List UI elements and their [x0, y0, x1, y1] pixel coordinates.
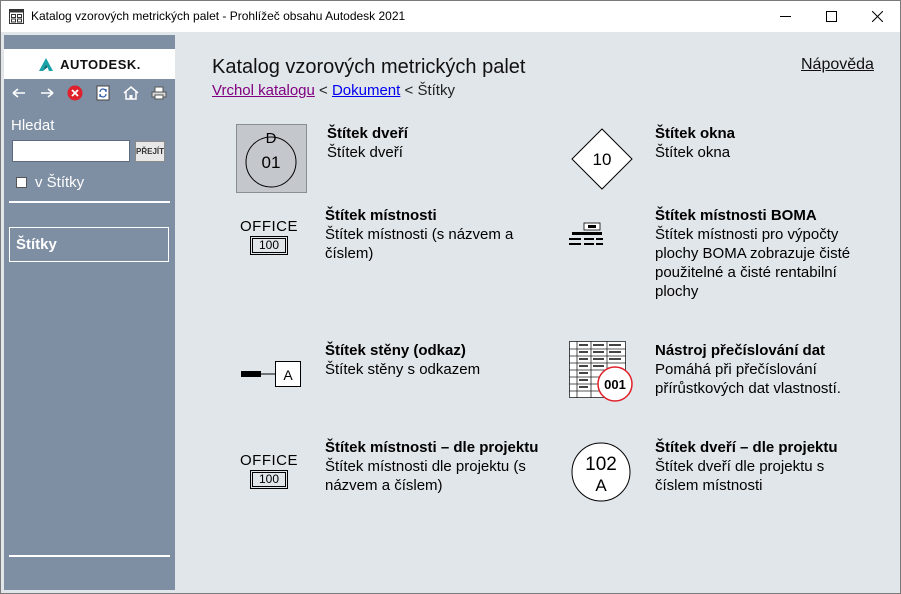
search-input[interactable] — [12, 140, 130, 162]
door-tag-icon: D 01 — [236, 124, 307, 193]
page-title: Katalog vzorových metrických palet — [212, 56, 526, 78]
boma-room-tag-icon — [569, 222, 603, 245]
renumber-data-icon: 001 — [569, 341, 633, 402]
item-description: Štítek stěny s odkazem — [325, 361, 481, 378]
room-tag-icon: OFFICE 100 — [239, 218, 299, 258]
item-description: Štítek dveří dle projektu s číslem místn… — [655, 458, 825, 494]
window-title: Katalog vzorových metrických palet - Pro… — [31, 9, 406, 23]
minimize-icon — [779, 16, 791, 17]
minimize-button[interactable] — [762, 1, 808, 32]
breadcrumb-separator: < — [314, 82, 332, 99]
item-name[interactable]: Štítek místnosti – dle projektu — [325, 438, 545, 457]
maximize-icon — [825, 11, 837, 22]
print-button[interactable] — [150, 84, 168, 102]
breadcrumb-document-link[interactable]: Dokument — [332, 82, 400, 99]
forward-icon — [41, 88, 54, 98]
svg-text:10: 10 — [593, 150, 612, 169]
wall-tag-icon: A — [241, 361, 301, 387]
app-icon — [9, 9, 24, 24]
room-tag-number: 100 — [250, 470, 288, 489]
scope-checkbox-row[interactable]: v Štítky — [16, 174, 84, 191]
door-tag-room-number: 102 — [585, 454, 617, 475]
renumber-badge-text: 001 — [604, 377, 626, 392]
svg-text:01: 01 — [262, 153, 281, 172]
item-name[interactable]: Štítek dveří – dle projektu — [655, 438, 855, 457]
client-area: AUTODESK. Hledat PŘEJÍT v Štítky Štítky … — [1, 32, 900, 593]
go-button[interactable]: PŘEJÍT — [135, 141, 165, 162]
room-tag-number: 100 — [250, 236, 288, 255]
window-tag-icon: 10 — [571, 128, 633, 190]
refresh-button[interactable] — [94, 84, 112, 102]
scope-label: v Štítky — [35, 174, 85, 191]
item-description: Štítek místnosti pro výpočty plochy BOMA… — [655, 226, 851, 300]
scope-checkbox[interactable] — [16, 177, 27, 188]
divider — [9, 555, 170, 557]
breadcrumb-separator: < — [400, 82, 418, 99]
browser-window: Katalog vzorových metrických palet - Pro… — [0, 0, 901, 594]
navigation-toolbar — [4, 82, 175, 104]
stop-icon — [67, 85, 83, 101]
breadcrumb: Vrchol katalogu < Dokument < Štítky — [212, 82, 455, 99]
wall-tag-letter: A — [283, 367, 293, 383]
item-name[interactable]: Štítek dveří — [327, 124, 567, 143]
forward-button[interactable] — [38, 84, 56, 102]
item-description: Štítek místnosti dle projektu (s názvem … — [325, 458, 526, 494]
autodesk-logo-icon — [39, 58, 54, 71]
door-tag-letter: A — [595, 476, 607, 495]
back-icon — [12, 88, 25, 98]
stop-button[interactable] — [66, 84, 84, 102]
close-icon — [871, 11, 883, 22]
refresh-icon — [96, 85, 110, 101]
home-button[interactable] — [122, 84, 140, 102]
divider — [9, 201, 170, 203]
search-label: Hledat — [11, 117, 55, 134]
breadcrumb-root-link[interactable]: Vrchol katalogu — [212, 82, 315, 99]
room-tag-name: OFFICE — [240, 218, 298, 235]
item-description: Štítek okna — [655, 144, 731, 161]
item-name[interactable]: Štítek stěny (odkaz) — [325, 341, 525, 360]
room-tag-name: OFFICE — [240, 452, 298, 469]
breadcrumb-current: Štítky — [417, 82, 455, 99]
print-icon — [151, 86, 167, 100]
item-name[interactable]: Štítek místnosti — [325, 206, 530, 225]
item-name[interactable]: Štítek okna — [655, 124, 885, 143]
nav-item-stitky[interactable]: Štítky — [9, 227, 169, 262]
door-tag-project-icon: 102 A — [571, 442, 631, 502]
item-name[interactable]: Nástroj přečíslování dat — [655, 341, 855, 360]
svg-text:D: D — [266, 130, 277, 147]
back-button[interactable] — [10, 84, 28, 102]
autodesk-logo: AUTODESK. — [4, 49, 175, 79]
title-bar: Katalog vzorových metrických palet - Pro… — [1, 1, 900, 32]
room-tag-project-icon: OFFICE 100 — [239, 452, 299, 492]
maximize-button[interactable] — [808, 1, 854, 32]
item-description: Štítek dveří — [327, 144, 403, 161]
main-content: Katalog vzorových metrických palet Nápov… — [175, 32, 900, 593]
home-icon — [123, 86, 139, 100]
help-link[interactable]: Nápověda — [801, 56, 874, 74]
logo-text: AUTODESK. — [60, 56, 141, 72]
sidebar: AUTODESK. Hledat PŘEJÍT v Štítky Štítky — [4, 35, 175, 590]
item-description: Štítek místnosti (s názvem a číslem) — [325, 226, 514, 262]
item-name[interactable]: Štítek místnosti BOMA — [655, 206, 870, 225]
close-button[interactable] — [854, 1, 900, 32]
item-description: Pomáhá při přečíslování přírůstkových da… — [655, 361, 841, 397]
